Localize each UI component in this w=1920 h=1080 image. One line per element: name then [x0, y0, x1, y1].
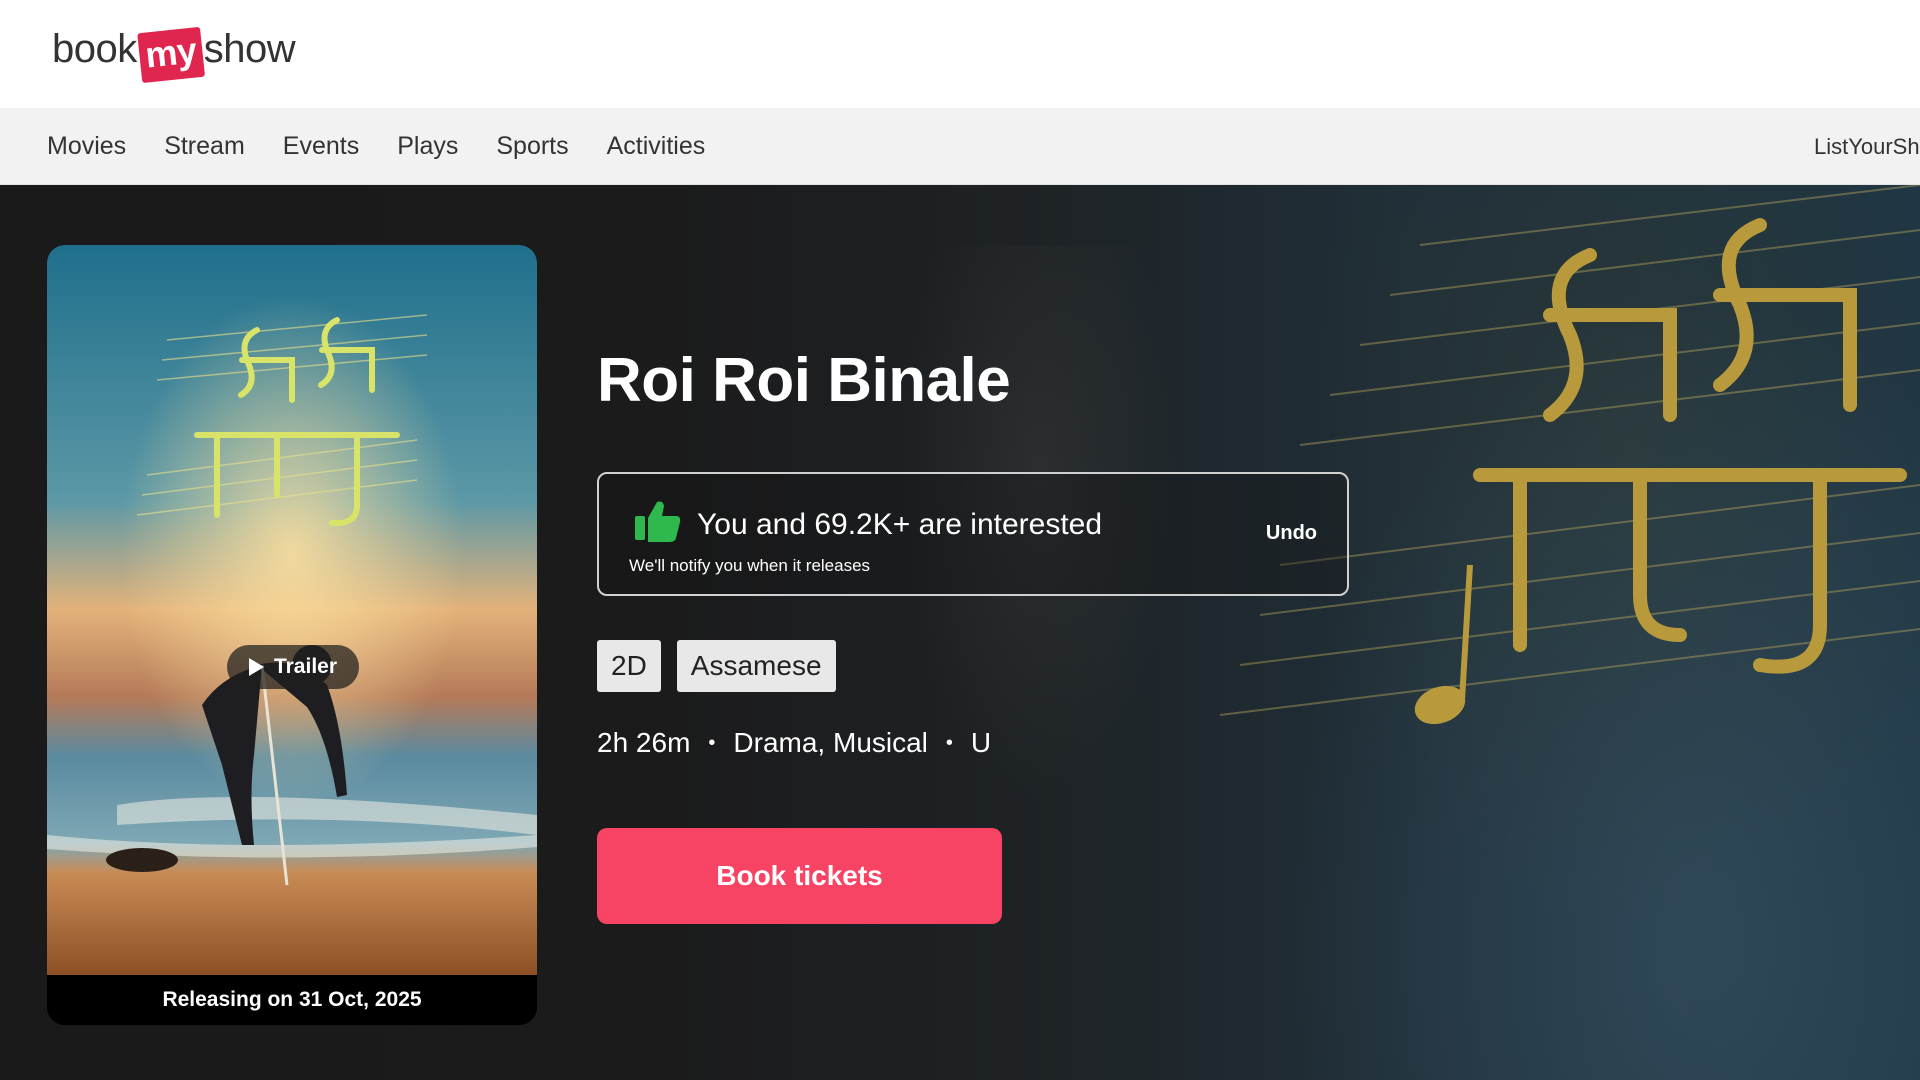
nav-item-events[interactable]: Events [283, 132, 359, 161]
thumbs-up-icon [635, 501, 681, 542]
bookmyshow-logo[interactable]: book my show [52, 20, 296, 84]
list-your-show-link[interactable]: ListYourSh [1814, 108, 1920, 185]
movie-poster-card[interactable]: Trailer Releasing on 31 Oct, 2025 [47, 245, 537, 1025]
book-tickets-button[interactable]: Book tickets [597, 828, 1002, 924]
trailer-label: Trailer [273, 655, 338, 678]
interest-panel: You and 69.2K+ are interested We'll noti… [597, 472, 1349, 596]
format-tag: 2D [597, 640, 661, 692]
movie-hero: Trailer Releasing on 31 Oct, 2025 Roi Ro… [0, 185, 1920, 1080]
movie-duration: 2h 26m [597, 727, 691, 758]
logo-text-show: show [203, 26, 296, 71]
movie-title: Roi Roi Binale [597, 346, 1011, 415]
movie-genres: Drama, Musical [733, 727, 928, 758]
movie-meta: 2h 26m • Drama, Musical • U [597, 727, 991, 759]
format-language-tags: 2D Assamese [597, 640, 836, 692]
movie-certificate: U [970, 727, 992, 758]
notify-text: We'll notify you when it releases [629, 556, 871, 575]
nav-list: Movies Stream Events Plays Sports Activi… [47, 108, 743, 185]
nav-item-stream[interactable]: Stream [164, 132, 245, 161]
language-tag: Assamese [676, 640, 836, 692]
logo-text-my: my [136, 26, 205, 84]
top-header: book my show [0, 0, 1920, 108]
undo-button[interactable]: Undo [1266, 522, 1317, 545]
meta-separator: • [708, 731, 716, 754]
meta-separator: • [945, 731, 953, 754]
interest-count-text: You and 69.2K+ are interested [697, 508, 1103, 541]
nav-item-sports[interactable]: Sports [496, 132, 568, 161]
movie-poster-image [47, 245, 537, 975]
play-icon [248, 658, 264, 676]
release-date-banner: Releasing on 31 Oct, 2025 [47, 975, 537, 1025]
logo-text-book: book [52, 26, 137, 71]
nav-item-activities[interactable]: Activities [607, 132, 706, 161]
nav-item-movies[interactable]: Movies [47, 132, 126, 161]
nav-item-plays[interactable]: Plays [397, 132, 458, 161]
trailer-button[interactable]: Trailer [227, 645, 359, 689]
nav-bar: Movies Stream Events Plays Sports Activi… [0, 108, 1920, 185]
